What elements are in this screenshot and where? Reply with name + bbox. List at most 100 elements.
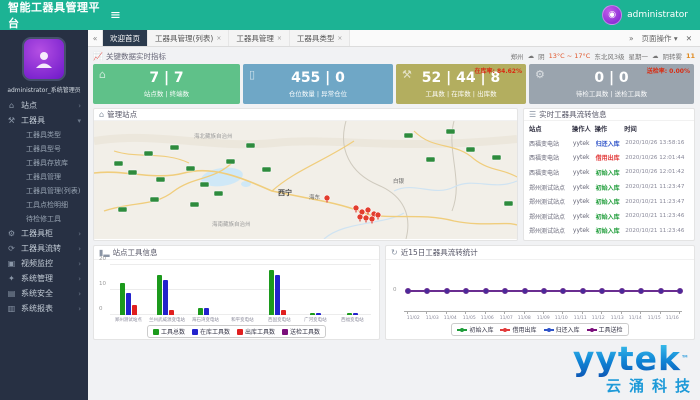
tab-active[interactable]: 欢迎首页 [103,30,148,46]
legend-item[interactable]: 工具送检 [587,325,623,334]
page-ops-dropdown[interactable]: 页面操作 ▾ [642,33,678,44]
bar-出库工具数[interactable] [169,310,174,315]
kpi-card[interactable]: ⚙送检率: 0.00%0 | 0待检工具数 | 送检工具数 [529,64,694,104]
line-data-point[interactable] [405,288,411,294]
sidebar-item-flow[interactable]: ⟳工器具流转› [0,241,88,256]
bar-出库工具数[interactable] [281,310,286,315]
sidebar-subitem[interactable]: 工器具类型 [0,128,88,142]
line-x-label: 11/07 [498,315,515,320]
tab-close-icon[interactable]: × [216,35,221,42]
sidebar-item-cabinet[interactable]: ⚙工器具柜› [0,226,88,241]
flow-time: 2020/10/21 11:23:47 [624,180,694,195]
flow-user: yytek [572,180,595,195]
line-data-point[interactable] [541,288,547,294]
menu-toggle-icon[interactable]: ≡ [110,8,121,23]
line-chart-panel: ↻ 近15日工器具流转统计 0 11/0211/0311/0411/0511/0… [385,245,695,340]
sidebar-menu: ⌂站点›⚒工器具▾工器具类型工器具型号工器具存放库工器具管理工器具管理(列表)工… [0,98,88,316]
bar-工具总数[interactable] [157,275,162,315]
tab-close-icon[interactable]: × [337,35,342,42]
legend-item[interactable]: 送检工具数 [282,327,320,336]
cloud-icon: ☁ [652,52,659,60]
line-x-label: 11/02 [405,315,422,320]
bar-在库工具数[interactable] [316,313,321,316]
bar-工具总数[interactable] [198,308,203,316]
sidebar-subitem[interactable]: 工器具管理 [0,170,88,184]
sidebar-avatar[interactable] [22,37,66,81]
sidebar-subitem[interactable]: 待检修工具 [0,212,88,226]
line-x-label: 11/03 [423,315,440,320]
line-data-point[interactable] [463,288,469,294]
line-data-point[interactable] [599,288,605,294]
line-data-point[interactable] [580,288,586,294]
line-data-point[interactable] [483,288,489,294]
user-menu[interactable]: ◉ administrator [602,5,700,25]
legend-item[interactable]: 在库工具数 [192,327,230,336]
line-data-point[interactable] [502,288,508,294]
legend-line-marker [544,329,554,331]
sidebar-item-video[interactable]: ▣视频监控› [0,256,88,271]
sidebar-item-security[interactable]: ▤系统安全› [0,286,88,301]
sidebar-subitem[interactable]: 工器具型号 [0,142,88,156]
legend-item[interactable]: 出库工具数 [237,327,275,336]
line-data-point[interactable] [658,288,664,294]
kpi-card[interactable]: ⚒在库率: 84.62%52 | 44 | 8工具数 | 在库数 | 出库数 [396,64,526,104]
tabs-close-icon[interactable]: ✕ [686,34,692,43]
sidebar-subitem[interactable]: 工器具管理(列表) [0,184,88,198]
app-title: 智能工器具管理平台 [0,0,100,31]
sidebar-subitem[interactable]: 工器具存放库 [0,156,88,170]
sidebar-item-settings[interactable]: ✦系统管理› [0,271,88,286]
legend-item[interactable]: 初始入库 [457,325,493,334]
sidebar-item-report[interactable]: ▥系统报表› [0,301,88,316]
sidebar-item-site[interactable]: ⌂站点› [0,98,88,113]
line-data-point[interactable] [444,288,450,294]
bar-在库工具数[interactable] [353,313,358,316]
kpi-card-label: 站点数 | 终端数 [144,88,189,98]
bar-出库工具数[interactable] [132,305,137,315]
legend-label: 在库工具数 [200,327,230,336]
bar-在库工具数[interactable] [275,275,280,315]
bar-x-label: 广河变电站 [299,316,332,322]
kpi-card[interactable]: ▯455 | 0仓位数量 | 异常仓位 [243,64,393,104]
tab-close-icon[interactable]: × [277,35,282,42]
line-chart-legend: 初始入库借用出库归还入库工具送检 [451,323,628,336]
bar-工具总数[interactable] [347,313,352,316]
flow-time: 2020/10/26 13:58:16 [624,136,694,151]
weather-part: 13°C ~ 17°C [549,52,591,60]
cabinet-icon: ⚙ [7,229,16,238]
sidebar-item-tools[interactable]: ⚒工器具▾ [0,113,88,128]
line-data-point[interactable] [677,288,683,294]
tab-bar: « 欢迎首页工器具管理(列表)×工器具管理×工器具类型× » 页面操作 ▾ ✕ [88,30,700,47]
map-svg[interactable]: 海北藏族自治州西宁海东白银海南藏族自治州 [94,121,517,239]
flow-operation: 初始入库 [595,209,625,224]
line-data-point[interactable] [560,288,566,294]
bar-在库工具数[interactable] [126,293,131,316]
bar-工具总数[interactable] [269,270,274,315]
tabs-collapse-right-icon[interactable]: » [629,34,634,43]
tabs-collapse-left-icon[interactable]: « [88,30,103,46]
line-data-point[interactable] [619,288,625,294]
tab-item[interactable]: 工器具类型× [290,30,351,46]
flow-user: yytek [572,165,595,180]
map-canvas[interactable]: 海北藏族自治州西宁海东白银海南藏族自治州 [94,121,517,241]
bar-工具总数[interactable] [120,283,125,316]
flow-row: 郑州测试站点yytek初始入库2020/10/21 11:23:47 [524,194,694,209]
line-data-point[interactable] [424,288,430,294]
tab-item[interactable]: 工器具管理(列表)× [148,30,229,46]
bar-在库工具数[interactable] [163,280,168,315]
legend-item[interactable]: 借用出库 [500,325,536,334]
kpi-card[interactable]: ⌂7 | 7站点数 | 终端数 [93,64,240,104]
line-data-point[interactable] [522,288,528,294]
flow-operation: 初始入库 [595,238,625,241]
legend-item[interactable]: 工具总数 [153,327,185,336]
flow-site: 西福变电站 [524,165,572,180]
bar-x-label: 西福变电站 [336,316,369,322]
tab-items: 欢迎首页工器具管理(列表)×工器具管理×工器具类型× [103,30,350,46]
line-data-point[interactable] [638,288,644,294]
legend-item[interactable]: 归还入库 [544,325,580,334]
bar-在库工具数[interactable] [204,308,209,316]
bar-y-tick: 10 [99,281,106,287]
bar-工具总数[interactable] [310,313,315,316]
tab-item[interactable]: 工器具管理× [229,30,290,46]
brand-watermark: yytek™ 云涌科技 [573,342,690,396]
sidebar-subitem[interactable]: 工具点检明细 [0,198,88,212]
